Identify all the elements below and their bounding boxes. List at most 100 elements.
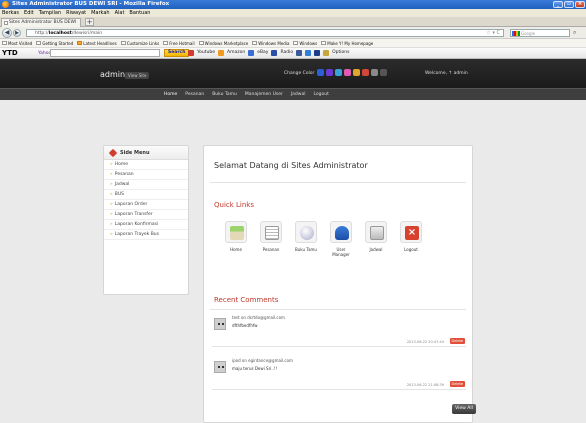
quicklink-buku-tamu[interactable]: Buku Tamu [294,221,318,252]
yt-radio[interactable]: Radio [280,49,293,57]
delete-comment-button[interactable]: Delete [449,338,465,344]
search-placeholder: Google [521,31,536,36]
color-swatch[interactable] [380,69,387,76]
maximize-icon[interactable]: ▫ [564,1,574,8]
sidemenu-item-bus[interactable]: BUS [104,190,188,200]
bookmark-icon [2,41,7,45]
browser-tab[interactable]: Sites Administrator BUS DEWI SRI [1,18,81,33]
search-input[interactable]: Google [510,29,570,37]
sidemenu-item-pesanan[interactable]: Pesanan [104,170,188,180]
menu-bar: Berkas Edit Tampilan Riwayat Markah Alat… [0,9,586,17]
menu-bantuan[interactable]: Bantuan [129,9,150,17]
bookmark-item[interactable]: Latest Headlines [77,39,117,47]
ytd-logo[interactable]: YTD [2,49,18,58]
side-menu-title: Side Menu [120,150,150,156]
search-icon[interactable]: ⌕ [573,29,576,37]
bookmark-item[interactable]: Free Hotmail [163,39,195,47]
yahoo-search-input[interactable] [50,49,160,57]
facebook-icon[interactable] [296,50,303,56]
menu-edit[interactable]: Edit [24,9,34,17]
bookmark-icon [36,41,42,45]
back-icon[interactable]: ◀ [2,28,12,38]
sidemenu-item-laporan-order[interactable]: Laporan Order [104,200,188,210]
quicklink-jadwal[interactable]: Jadwal [364,221,388,252]
sidemenu-item-home[interactable]: Home [104,160,188,170]
color-swatch[interactable] [353,69,360,76]
view-all-button[interactable]: View All [452,404,476,414]
color-swatch[interactable] [362,69,369,76]
divider [210,309,466,310]
windows-icon[interactable] [305,50,312,56]
color-swatch[interactable] [371,69,378,76]
color-swatches [317,69,387,76]
google-icon [512,31,520,36]
comment-text: dfthfbedfhfw [232,323,258,328]
delete-comment-button[interactable]: Delete [449,381,465,387]
quicklink-user-manager[interactable]: User Manager [329,221,353,257]
firefox-icon [2,1,9,8]
color-swatch[interactable] [335,69,342,76]
window-title: Sites Administrator BUS DEWI SRI - Mozil… [12,1,170,7]
quick-links-title: Quick Links [214,201,255,209]
nav-buku-tamu[interactable]: Buku Tamu [212,89,237,100]
quicklink-logout[interactable]: × Logout [399,221,423,252]
nav-jadwal[interactable]: Jadwal [291,89,306,100]
rss-icon [77,41,83,45]
forward-icon[interactable]: ▶ [13,29,21,37]
site-header: admin View Site Change Color Welcome, ↑ … [0,59,586,88]
quicklink-pesanan[interactable]: Pesanan [259,221,283,252]
yahoo-search-button[interactable]: Search [164,49,190,57]
sidemenu-item-laporan-konfirmasi[interactable]: Laporan Konfirmasi [104,220,188,230]
bookmark-icon [293,41,299,45]
comment-text: maju terus Dewi Sri..!! [232,366,278,371]
change-color-label: Change Color [284,71,315,76]
yt-amazon[interactable]: Amazon [227,49,245,57]
radio-icon [271,50,278,56]
menu-berkas[interactable]: Berkas [2,9,19,17]
main-panel: Selamat Datang di Sites Administrator Qu… [203,145,476,423]
bookmark-item[interactable]: Make Y! My Homepage [321,39,373,47]
menu-alat[interactable]: Alat [115,9,125,17]
bookmark-item[interactable]: Getting Started [36,39,73,47]
bookmark-item[interactable]: Windows Media [252,39,289,47]
comment-item: test on dsrtdo@gmail.com dfthfbedfhfw 20… [212,312,466,347]
comment-author: test on dsrtdo@gmail.com [232,315,285,320]
nav-pesanan[interactable]: Pesanan [185,89,204,100]
sidemenu-item-laporan-trayek-bus[interactable]: Laporan Trayek Bus [104,230,188,240]
menu-riwayat[interactable]: Riwayat [66,9,86,17]
nav-home[interactable]: Home [164,89,177,100]
color-swatch[interactable] [344,69,351,76]
color-swatch[interactable] [326,69,333,76]
yt-ebay[interactable]: eBay [257,49,268,57]
bookmark-item[interactable]: Most Visited [2,39,32,47]
yt-youtube[interactable]: Youtube [197,49,215,57]
color-swatch[interactable] [317,69,324,76]
minimize-icon[interactable]: _ [553,1,563,8]
site-nav: Home Pesanan Buku Tamu Manajemen User Ja… [0,88,586,100]
bookmark-icon [321,41,327,45]
bookmark-item[interactable]: Customize Links [120,39,159,47]
menu-markah[interactable]: Markah [91,9,109,17]
quicklink-home[interactable]: Home [224,221,248,252]
view-site-link[interactable]: View Site [125,72,150,79]
sidemenu-item-jadwal[interactable]: Jadwal [104,180,188,190]
url-bar[interactable]: http://localhost/dewisri/main ☆ ▾ C [26,29,504,37]
users-icon [330,221,352,243]
app-icon[interactable] [314,50,321,56]
bookmark-item[interactable]: Windows [293,39,317,47]
nav-logout[interactable]: Logout [313,89,328,100]
sidemenu-item-laporan-transfer[interactable]: Laporan Transfer [104,210,188,220]
inbox-icon [365,221,387,243]
menu-tampilan[interactable]: Tampilan [39,9,61,17]
bookmark-item[interactable]: Windows Marketplace [198,39,248,47]
welcome-user[interactable]: Welcome, ↑ admin [425,71,468,76]
bookmark-icon [163,41,169,45]
url-star-icon[interactable]: ☆ ▾ C [486,30,500,37]
nav-manajemen-user[interactable]: Manajemen User [245,89,283,100]
close-icon[interactable]: × [575,1,585,8]
side-menu-header: Side Menu [104,146,188,160]
comment-time: 2013-06-22 21:08:39 [406,383,444,387]
yt-options[interactable]: Options [332,49,349,57]
new-tab-button[interactable]: + [85,18,94,26]
page-favicon-icon [4,21,8,25]
